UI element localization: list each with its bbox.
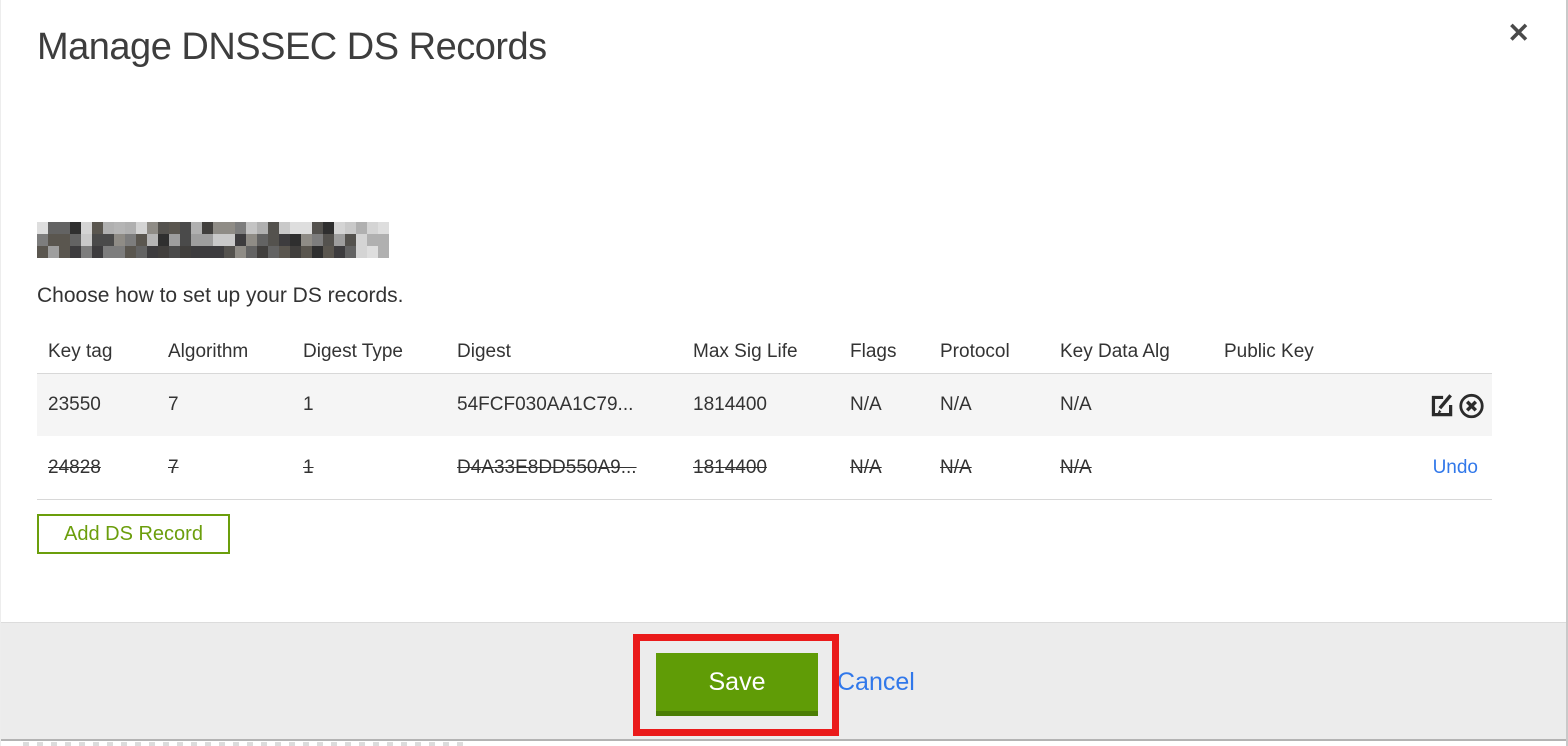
modal-footer: Save Cancel (1, 622, 1566, 739)
header-flags: Flags (850, 340, 897, 362)
cell-digest: D4A33E8DD550A9... (457, 456, 637, 478)
cell-key-tag: 23550 (48, 394, 101, 415)
header-key-tag: Key tag (48, 340, 113, 362)
edit-record-icon[interactable] (1427, 391, 1456, 420)
table-header-row: Key tag Algorithm Digest Type Digest Max… (37, 330, 1492, 374)
header-digest: Digest (457, 340, 511, 362)
ds-records-table: Key tag Algorithm Digest Type Digest Max… (37, 330, 1492, 500)
cell-protocol: N/A (940, 456, 972, 478)
header-protocol: Protocol (940, 340, 1010, 362)
instruction-text: Choose how to set up your DS records. (37, 284, 404, 307)
cell-protocol: N/A (940, 394, 972, 415)
cell-digest-type: 1 (303, 456, 314, 478)
cell-algorithm: 7 (168, 456, 179, 478)
header-algorithm: Algorithm (168, 340, 249, 362)
save-button[interactable]: Save (656, 653, 818, 716)
background-page-hint (23, 742, 463, 746)
background-page-sliver (1, 741, 1566, 746)
header-public-key: Public Key (1224, 340, 1314, 362)
cell-key-tag: 24828 (48, 456, 101, 478)
cell-digest: 54FCF030AA1C79... (457, 394, 634, 415)
header-max-sig-life: Max Sig Life (693, 340, 798, 362)
header-key-data-alg: Key Data Alg (1060, 340, 1170, 362)
cell-algorithm: 7 (168, 394, 179, 415)
cell-digest-type: 1 (303, 394, 314, 415)
cell-flags: N/A (850, 456, 882, 478)
cell-flags: N/A (850, 394, 882, 415)
delete-record-icon[interactable] (1457, 391, 1486, 420)
cell-key-data-alg: N/A (1060, 456, 1092, 478)
cell-key-data-alg: N/A (1060, 394, 1092, 415)
table-row-deleted: 24828 7 1 D4A33E8DD550A9... 1814400 N/A … (37, 436, 1492, 500)
undo-link[interactable]: Undo (1433, 457, 1486, 479)
modal-title: Manage DNSSEC DS Records (37, 26, 547, 68)
cancel-link[interactable]: Cancel (837, 653, 915, 711)
close-icon[interactable]: ✕ (1507, 20, 1530, 47)
row-actions: Undo (1363, 457, 1492, 479)
cell-max-sig-life: 1814400 (693, 394, 767, 415)
add-ds-record-button[interactable]: Add DS Record (37, 514, 230, 554)
table-row: 23550 7 1 54FCF030AA1C79... 1814400 N/A … (37, 374, 1492, 436)
cell-max-sig-life: 1814400 (693, 456, 767, 478)
manage-dnssec-modal: Manage DNSSEC DS Records ✕ Choose how to… (0, 0, 1568, 746)
row-actions (1363, 391, 1492, 420)
redacted-domain-name (37, 222, 389, 258)
header-digest-type: Digest Type (303, 340, 403, 362)
